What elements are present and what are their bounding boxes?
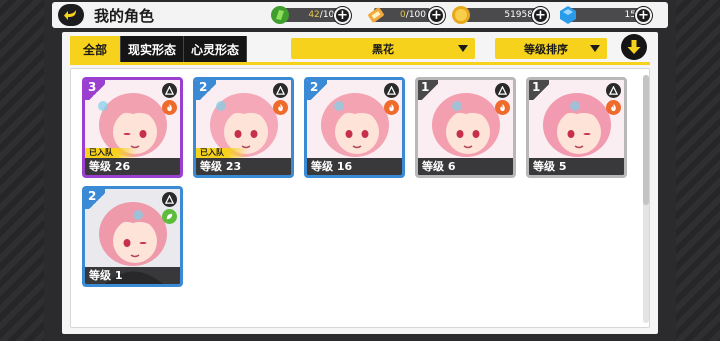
level-label: 等级 6 — [418, 158, 513, 175]
in-team-tag: 已入队 — [196, 148, 248, 158]
triangle-class-icon — [606, 83, 621, 98]
sort-selected: 等级排序 — [524, 42, 568, 56]
character-card[interactable]: 3 已入队 等级 26 — [82, 77, 183, 178]
page-title: 我的角色 — [94, 7, 155, 25]
triangle-class-icon — [162, 83, 177, 98]
back-button[interactable] — [58, 4, 84, 26]
coin-icon — [452, 6, 470, 24]
leaf-element-icon — [162, 209, 177, 224]
rank-badge: 2 — [85, 189, 105, 209]
character-filter-dropdown[interactable]: 黑花 — [291, 38, 475, 59]
sort-order-button[interactable] — [621, 34, 647, 60]
form-tabs: 全部 现实形态 心灵形态 — [70, 36, 248, 62]
ticket-resource: 0/100 + — [368, 5, 445, 25]
tab-soul-form[interactable]: 心灵形态 — [184, 36, 248, 62]
sort-chevron-down-icon — [590, 45, 600, 52]
add-ticket-button[interactable]: + — [428, 7, 445, 24]
right-side-panel — [676, 0, 720, 341]
tab-underline — [70, 62, 650, 65]
filter-chevron-down-icon — [458, 45, 468, 52]
triangle-class-icon — [162, 192, 177, 207]
ticket-icon — [368, 7, 384, 23]
level-label: 等级 23 — [196, 158, 291, 175]
sort-dropdown[interactable]: 等级排序 — [495, 38, 607, 59]
character-grid: 3 已入队 等级 26 2 已入队 等级 23 2 等级 16 1 等级 6 1 等级 5 2 等级 1 — [70, 68, 650, 328]
rank-badge: 2 — [307, 80, 327, 100]
fire-element-icon — [606, 100, 621, 115]
add-gems-button[interactable]: + — [635, 7, 652, 24]
gem-resource: 15 + — [560, 5, 652, 25]
level-label: 等级 1 — [85, 267, 180, 284]
in-team-tag: 已入队 — [85, 148, 137, 158]
triangle-class-icon — [384, 83, 399, 98]
tab-all[interactable]: 全部 — [70, 36, 122, 62]
level-label: 等级 16 — [307, 158, 402, 175]
green-stamina-icon — [271, 6, 289, 24]
character-card[interactable]: 2 等级 16 — [304, 77, 405, 178]
rank-badge: 2 — [196, 80, 216, 100]
rank-badge: 1 — [418, 80, 438, 100]
scrollbar-thumb[interactable] — [643, 75, 649, 205]
stamina-value: 42 — [308, 10, 320, 20]
ticket-max: /100 — [405, 10, 426, 20]
level-label: 等级 26 — [85, 158, 180, 175]
left-side-panel — [0, 0, 44, 341]
add-coins-button[interactable]: + — [532, 7, 549, 24]
tab-real-form[interactable]: 现实形态 — [121, 36, 185, 62]
back-arrow-icon — [64, 10, 76, 20]
add-stamina-button[interactable]: + — [334, 7, 351, 24]
fire-element-icon — [495, 100, 510, 115]
scrollbar[interactable] — [643, 75, 649, 323]
level-label: 等级 5 — [529, 158, 624, 175]
triangle-class-icon — [495, 83, 510, 98]
fire-element-icon — [162, 100, 177, 115]
top-bar: 我的角色 42/103 + 0/100 + 51958 + 15 + — [52, 2, 668, 28]
fire-element-icon — [273, 100, 288, 115]
coin-resource: 51958 + — [452, 5, 549, 25]
triangle-class-icon — [273, 83, 288, 98]
stamina-resource: 42/103 + — [271, 5, 351, 25]
character-card[interactable]: 2 已入队 等级 23 — [193, 77, 294, 178]
character-card[interactable]: 1 等级 5 — [526, 77, 627, 178]
character-card[interactable]: 2 等级 1 — [82, 186, 183, 287]
character-card[interactable]: 1 等级 6 — [415, 77, 516, 178]
rank-badge: 3 — [85, 80, 105, 100]
down-arrow-icon — [627, 40, 641, 54]
rank-badge: 1 — [529, 80, 549, 100]
character-panel: 全部 现实形态 心灵形态 黑花 等级排序 3 已入队 等级 26 2 已入队 等级 23 2… — [62, 32, 658, 334]
blue-gem-icon — [560, 6, 576, 24]
fire-element-icon — [384, 100, 399, 115]
filter-selected: 黑花 — [372, 42, 394, 56]
